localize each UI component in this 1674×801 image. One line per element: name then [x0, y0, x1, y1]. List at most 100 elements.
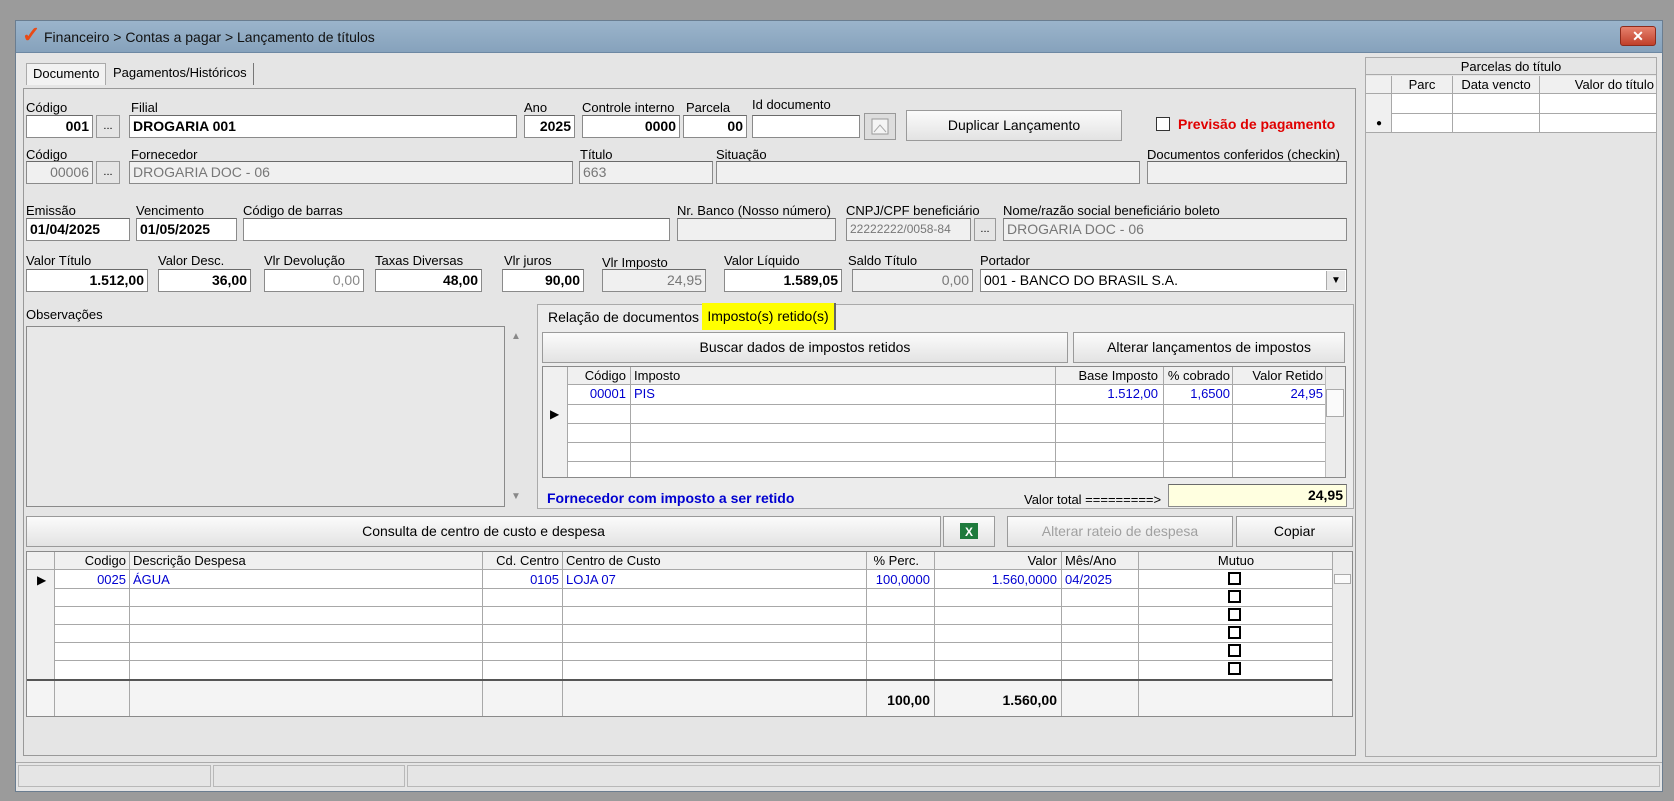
status-bar-divider: [16, 762, 1662, 763]
header-cd-centro: Cd. Centro: [496, 553, 559, 568]
ano-field[interactable]: 2025: [524, 115, 575, 138]
titulo-label: Título: [580, 147, 613, 162]
controle-interno-label: Controle interno: [582, 100, 675, 115]
codigo-label: Código: [26, 100, 68, 115]
alterar-impostos-button[interactable]: Alterar lançamentos de impostos: [1073, 332, 1345, 363]
portador-select[interactable]: 001 - BANCO DO BRASIL S.A.: [980, 269, 1347, 292]
imposto-row-cobrado[interactable]: 1,6500: [1165, 385, 1232, 403]
total-valor: 1.560,00: [1002, 692, 1058, 708]
filial-lookup-button[interactable]: ...: [96, 115, 120, 138]
parcelas-panel: [1365, 57, 1657, 757]
mutuo-checkbox[interactable]: [1228, 626, 1241, 639]
mutuo-checkbox[interactable]: [1228, 662, 1241, 675]
fornecedor-lookup-button[interactable]: ...: [96, 161, 120, 184]
id-documento-field[interactable]: [752, 115, 860, 138]
previsao-pagamento-checkbox[interactable]: [1156, 117, 1170, 131]
consulta-centro-custo-button[interactable]: Consulta de centro de custo e despesa: [26, 516, 941, 547]
despesa-row-codigo[interactable]: 0025: [56, 571, 128, 589]
close-button[interactable]: ✕: [1620, 26, 1656, 46]
valor-desc-field[interactable]: 36,00: [158, 269, 251, 292]
documentos-conferidos-label: Documentos conferidos (checkin): [1147, 147, 1340, 162]
valor-titulo-field[interactable]: 1.512,00: [26, 269, 148, 292]
situacao-field[interactable]: [716, 161, 1140, 184]
emissao-field[interactable]: 01/04/2025: [26, 218, 130, 241]
saldo-titulo-field[interactable]: 0,00: [852, 269, 973, 292]
header-cobrado: % cobrado: [1167, 368, 1230, 383]
taxas-diversas-field[interactable]: 48,00: [375, 269, 482, 292]
status-bar-panel-3: [407, 765, 1660, 787]
tab-pagamentos-historicos[interactable]: Pagamentos/Históricos: [107, 63, 254, 85]
portador-dropdown-arrow-icon[interactable]: ▼: [1326, 271, 1345, 290]
image-icon: [871, 118, 889, 135]
despesa-row-valor[interactable]: 1.560,0000: [936, 571, 1059, 589]
imposto-row-retido[interactable]: 24,95: [1234, 385, 1325, 403]
alterar-rateio-button: Alterar rateio de despesa: [1007, 516, 1233, 547]
header-valor: Valor: [1027, 553, 1057, 568]
grid-line: [543, 404, 1325, 405]
codigo-fornecedor-field[interactable]: 00006: [26, 161, 93, 184]
fornecedor-field[interactable]: DROGARIA DOC - 06: [129, 161, 573, 184]
fornecedor-label: Fornecedor: [131, 147, 198, 162]
despesa-row-perc[interactable]: 100,0000: [868, 571, 932, 589]
centro-scroll-thumb[interactable]: [1334, 574, 1351, 584]
nome-beneficiario-field[interactable]: DROGARIA DOC - 06: [1003, 218, 1347, 241]
tab-documento[interactable]: Documento: [26, 63, 107, 85]
buscar-impostos-button[interactable]: Buscar dados de impostos retidos: [542, 332, 1068, 363]
vencimento-label: Vencimento: [136, 203, 204, 218]
imposto-row-codigo[interactable]: 00001: [568, 385, 628, 403]
copiar-button[interactable]: Copiar: [1236, 516, 1353, 547]
app-logo-icon: ✓: [22, 22, 41, 47]
grid-line: [543, 442, 1325, 443]
svg-text:X: X: [965, 525, 973, 539]
export-excel-button[interactable]: X: [943, 516, 995, 547]
status-bar-panel-2: [213, 765, 405, 787]
titulo-field[interactable]: 663: [579, 161, 713, 184]
grid-line: [543, 461, 1325, 462]
valor-total-field: 24,95: [1168, 484, 1347, 507]
impostos-scroll-thumb[interactable]: [1326, 389, 1344, 417]
header-valor-titulo: Valor do título: [1574, 77, 1654, 92]
grid-line: [27, 624, 1332, 625]
grid-line: [27, 660, 1332, 661]
valor-total-label: Valor total =========>: [1024, 492, 1162, 507]
mutuo-checkbox[interactable]: [1228, 608, 1241, 621]
vencimento-field[interactable]: 01/05/2025: [136, 218, 237, 241]
despesa-row-centro[interactable]: LOJA 07: [564, 571, 764, 589]
duplicar-lancamento-button[interactable]: Duplicar Lançamento: [906, 110, 1122, 141]
codigo-barras-field[interactable]: [243, 218, 670, 241]
grid-line: [1366, 113, 1656, 114]
vlr-juros-field[interactable]: 90,00: [502, 269, 584, 292]
mutuo-checkbox[interactable]: [1228, 572, 1241, 585]
vlr-juros-label: Vlr juros: [504, 253, 552, 268]
documentos-conferidos-field[interactable]: [1147, 161, 1347, 184]
observacoes-textarea[interactable]: [26, 326, 505, 507]
controle-interno-field[interactable]: 0000: [582, 115, 680, 138]
codigo-filial-field[interactable]: 001: [26, 115, 93, 138]
observacoes-scroll-up-icon[interactable]: ▲: [511, 331, 521, 342]
tab-impostos-retidos[interactable]: Imposto(s) retido(s): [702, 303, 836, 330]
cnpj-beneficiario-field[interactable]: 22222222/0058-84: [846, 218, 971, 241]
imposto-row-base[interactable]: 1.512,00: [1057, 385, 1160, 403]
impostos-grid-scrollbar[interactable]: [1325, 367, 1345, 477]
vlr-devolucao-field[interactable]: 0,00: [264, 269, 364, 292]
parcela-field[interactable]: 00: [683, 115, 747, 138]
despesa-row-mes-ano[interactable]: 04/2025: [1063, 571, 1133, 589]
parcelas-title: Parcelas do título: [1365, 58, 1657, 75]
nr-banco-field[interactable]: [677, 218, 836, 241]
despesa-row-cd-centro[interactable]: 0105: [484, 571, 561, 589]
mutuo-checkbox[interactable]: [1228, 590, 1241, 603]
grid-line: [1391, 76, 1392, 132]
header-codigo-despesa: Codigo: [84, 553, 126, 568]
imposto-row-imposto[interactable]: PIS: [632, 385, 832, 403]
cnpj-lookup-button[interactable]: ...: [974, 218, 996, 241]
current-row-arrow-icon: ▶: [550, 407, 560, 421]
tab-relacao-documentos[interactable]: Relação de documentos: [540, 308, 707, 330]
despesa-row-descricao[interactable]: ÁGUA: [131, 571, 331, 589]
valor-liquido-field[interactable]: 1.589,05: [724, 269, 842, 292]
observacoes-scroll-down-icon[interactable]: ▼: [511, 491, 521, 502]
fornecedor-imposto-message: Fornecedor com imposto a ser retido: [547, 490, 795, 506]
document-image-button[interactable]: [864, 113, 896, 140]
vlr-imposto-field[interactable]: 24,95: [602, 269, 706, 292]
mutuo-checkbox[interactable]: [1228, 644, 1241, 657]
filial-field[interactable]: DROGARIA 001: [129, 115, 517, 138]
